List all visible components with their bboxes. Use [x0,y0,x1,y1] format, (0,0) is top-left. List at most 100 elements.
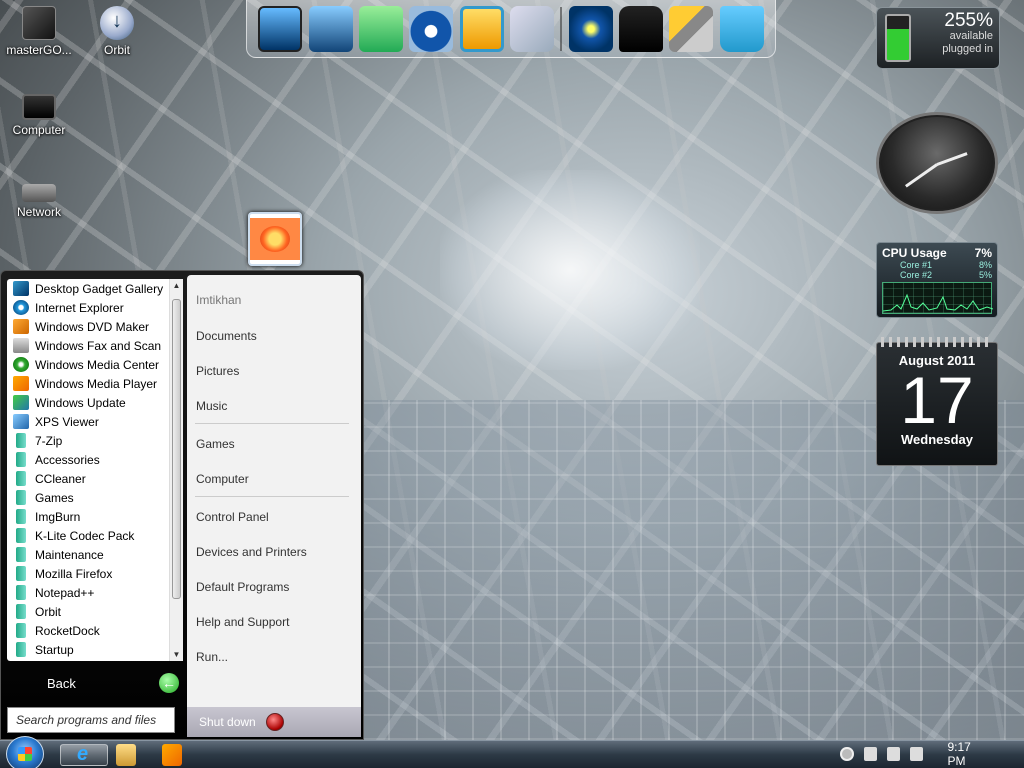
program-item[interactable]: Windows Fax and Scan [7,336,183,355]
desktop-icon-mastergo[interactable]: masterGO... [0,6,78,57]
shutdown-button[interactable]: Shut down [199,715,256,729]
desktop-icon-label: masterGO... [6,43,72,57]
disc-icon[interactable] [509,5,554,52]
computer-monitor-icon[interactable] [258,5,303,52]
program-item[interactable]: RocketDock [7,621,183,640]
right-item-control-panel[interactable]: Control Panel [196,510,269,524]
media-player-icon[interactable] [162,744,182,766]
program-item[interactable]: Startup [7,640,183,659]
program-label: Windows DVD Maker [35,319,150,334]
power-icon[interactable] [265,713,284,731]
right-item-computer[interactable]: Computer [196,472,249,486]
program-item[interactable]: Accessories [7,450,183,469]
recycle-bin-icon[interactable] [719,5,764,52]
arrow-up-icon[interactable] [840,747,854,761]
battery-gadget[interactable]: 255% available plugged in [876,7,1000,69]
start-button[interactable] [6,736,44,768]
cpu-usage-gadget[interactable]: CPU Usage 7% Core #1 8% Core #2 5% [876,242,998,318]
desktop-icon-network[interactable]: Network [0,170,78,219]
program-label: Windows Media Center [35,357,160,372]
right-item-music[interactable]: Music [196,399,227,413]
network-computers-icon[interactable] [308,5,353,52]
volume-icon[interactable] [910,747,924,761]
back-button[interactable]: Back ← [7,667,183,699]
program-item[interactable]: Windows Media Player [7,374,183,393]
program-label: Windows Fax and Scan [35,338,162,353]
program-item[interactable]: Windows DVD Maker [7,317,183,336]
program-item[interactable]: CCleaner [7,469,183,488]
program-label: Mozilla Firefox [35,566,113,581]
program-item[interactable]: Windows Update [7,393,183,412]
program-label: Notepad++ [35,585,95,600]
folder-icon[interactable] [116,744,136,766]
program-item[interactable]: Notepad++ [7,583,183,602]
search-input[interactable]: Search programs and files [7,707,175,733]
program-label: Internet Explorer [35,300,124,315]
program-label: Startup [35,642,74,657]
program-item[interactable]: Games [7,488,183,507]
rocketdock [246,0,776,58]
app-icon [22,6,56,40]
program-item[interactable]: Mozilla Firefox [7,564,183,583]
clock-time[interactable]: 9:17 PM [947,740,990,768]
program-item[interactable]: Windows Media Center [7,355,183,374]
clock-minute-hand [905,163,938,188]
folder-icon [16,623,26,638]
desktop-icon-computer[interactable]: Computer [0,88,78,137]
programs-scrollbar[interactable]: ▲ ▼ [169,279,183,661]
folder-icon [16,490,26,505]
desktop-icon-orbit[interactable]: Orbit [78,6,156,57]
right-item-pictures[interactable]: Pictures [196,364,239,378]
clock-gadget[interactable] [876,112,998,214]
right-item-help[interactable]: Help and Support [196,615,289,629]
xps-icon [13,414,29,429]
right-item-games[interactable]: Games [196,437,235,451]
folder-icon [16,566,26,581]
right-item-documents[interactable]: Documents [196,329,257,343]
program-item[interactable]: Orbit [7,602,183,621]
pictures-folder-icon[interactable] [459,5,504,52]
tools-icon[interactable] [669,5,714,52]
program-label: Maintenance [35,547,104,562]
program-item[interactable]: Maintenance [7,545,183,564]
media-center-icon[interactable] [568,5,613,52]
program-item[interactable]: K-Lite Codec Pack [7,526,183,545]
program-label: K-Lite Codec Pack [35,528,135,543]
program-label: ImgBurn [35,509,81,524]
program-label: 7-Zip [35,433,63,448]
separator [195,423,349,424]
program-label: CCleaner [35,471,86,486]
back-arrow-icon: ← [159,673,179,693]
calendar-gadget[interactable]: August 2011 17 Wednesday [876,337,998,466]
tshirt-icon[interactable] [619,5,664,52]
program-item[interactable]: Desktop Gadget Gallery [7,279,183,298]
separator [195,496,349,497]
right-item-run[interactable]: Run... [196,650,228,664]
user-picture[interactable] [248,212,302,266]
ie-icon [13,300,29,315]
media-player-icon [13,376,29,391]
flag-icon[interactable] [863,747,877,761]
cpu-graph [882,282,993,314]
document-archive-icon[interactable] [358,5,403,52]
cpu-core-label: Core #1 [900,260,933,270]
scroll-up-icon[interactable]: ▲ [170,281,183,290]
wallpaper-skylight [440,170,700,370]
update-icon [13,395,29,410]
folder-icon [16,509,26,524]
program-item[interactable]: XPS Viewer [7,412,183,431]
internet-explorer-icon[interactable] [60,743,108,766]
program-item[interactable]: ImgBurn [7,507,183,526]
cpu-core-1: Core #1 8% [882,260,992,270]
program-item[interactable]: Internet Explorer [7,298,183,317]
program-item[interactable]: 7-Zip [7,431,183,450]
network-icon[interactable] [886,747,901,761]
right-item-user[interactable]: Imtikhan [196,293,241,307]
media-player-icon[interactable] [409,5,454,52]
all-programs-list: Desktop Gadget Gallery Internet Explorer W… [7,279,183,661]
scroll-down-icon[interactable]: ▼ [170,650,183,659]
right-item-devices[interactable]: Devices and Printers [196,545,307,559]
right-item-default-programs[interactable]: Default Programs [196,580,289,594]
calendar-day: 17 [900,363,974,437]
scrollbar-thumb[interactable] [172,299,181,599]
